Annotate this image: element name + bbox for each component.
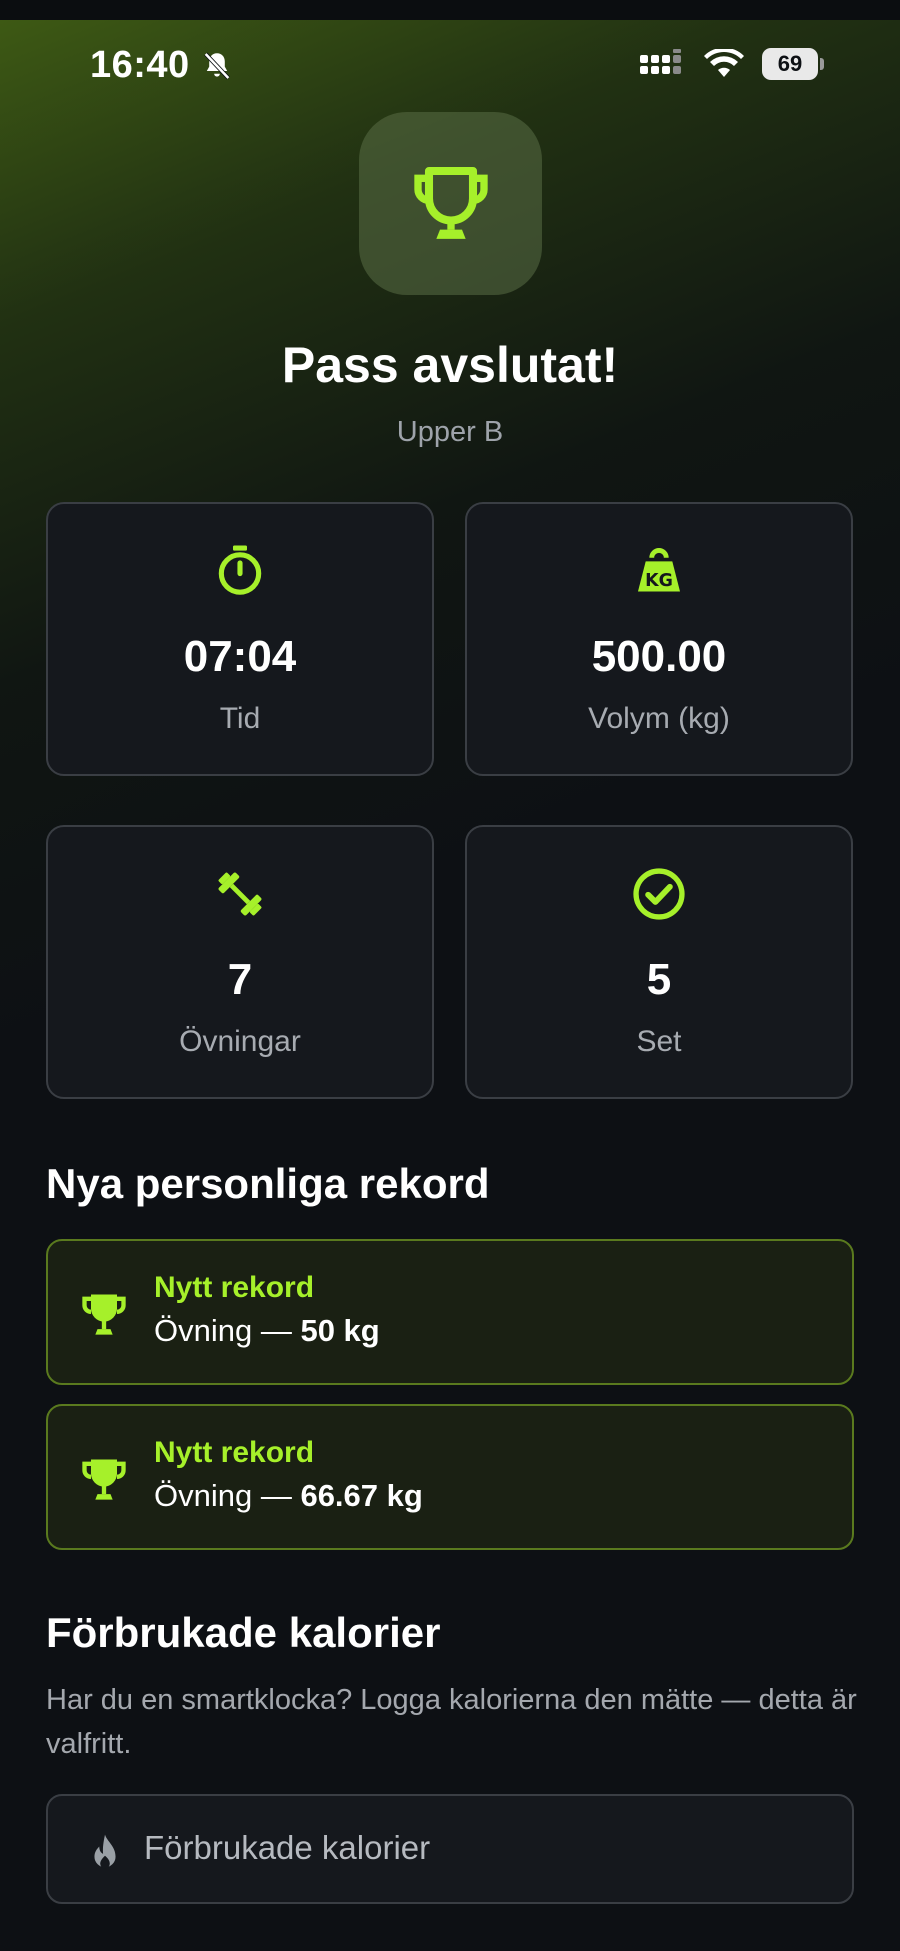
stat-card-sets: 5 Set xyxy=(465,825,853,1099)
page-title: Pass avslutat! xyxy=(281,337,619,393)
stat-value: 5 xyxy=(646,955,672,1004)
record-item[interactable]: Nytt rekord Övning — 50 kg xyxy=(46,1239,854,1385)
trophy-icon xyxy=(82,1459,126,1500)
stat-value: 7 xyxy=(227,955,253,1004)
record-value: 50 kg xyxy=(300,1313,380,1348)
trophy-icon xyxy=(413,166,488,239)
record-exercise: Övning — xyxy=(154,1313,301,1348)
stat-card-time: 07:04 Tid xyxy=(46,502,434,776)
workout-name: Upper B xyxy=(396,416,504,448)
top-strip xyxy=(0,0,900,20)
flame-icon xyxy=(94,1834,116,1869)
kettlebell-kg-icon: KG xyxy=(637,548,681,592)
status-time: 16:40 xyxy=(90,44,234,87)
stat-label: Övningar xyxy=(179,1025,301,1058)
status-time-text: 16:40 xyxy=(90,44,190,86)
stat-card-exercises: 7 Övningar xyxy=(46,825,434,1099)
cellular-signal-icon xyxy=(640,49,681,74)
records-section-title: Nya personliga rekord xyxy=(46,1160,490,1207)
stat-value: 500.00 xyxy=(591,632,727,681)
stat-label: Tid xyxy=(219,702,261,735)
calories-section-title: Förbrukade kalorier xyxy=(46,1609,441,1656)
wifi-icon xyxy=(704,49,744,77)
status-right: 69 xyxy=(640,48,824,80)
battery-indicator: 69 xyxy=(762,48,824,80)
record-item[interactable]: Nytt rekord Övning — 66.67 kg xyxy=(46,1404,854,1550)
calories-description: Har du en smartklocka? Logga kalorierna … xyxy=(46,1684,857,1760)
battery-level: 69 xyxy=(762,48,818,80)
calories-input[interactable]: Förbrukade kalorier xyxy=(46,1794,854,1904)
dumbbell-icon xyxy=(218,872,262,916)
record-value: 66.67 kg xyxy=(300,1478,423,1513)
check-circle-icon xyxy=(633,868,685,920)
record-title: Nytt rekord xyxy=(154,1436,315,1469)
record-detail: Övning — 50 kg xyxy=(154,1313,380,1349)
trophy-icon xyxy=(82,1294,126,1335)
stopwatch-icon xyxy=(218,545,262,595)
svg-text:KG: KG xyxy=(645,571,673,591)
bell-muted-icon xyxy=(203,52,230,79)
calories-placeholder: Förbrukade kalorier xyxy=(144,1829,431,1866)
record-detail: Övning — 66.67 kg xyxy=(154,1478,423,1514)
battery-cap xyxy=(820,58,824,70)
stat-label: Set xyxy=(636,1025,682,1058)
record-title: Nytt rekord xyxy=(154,1271,315,1304)
trophy-badge xyxy=(359,112,542,295)
stat-value: 07:04 xyxy=(183,632,297,681)
record-exercise: Övning — xyxy=(154,1478,301,1513)
stat-card-volume: KG 500.00 Volym (kg) xyxy=(465,502,853,776)
workout-summary-screen: 16:40 69 Pass avslutat! Upper B 07:04 Ti… xyxy=(0,0,900,1951)
stat-label: Volym (kg) xyxy=(588,702,730,735)
